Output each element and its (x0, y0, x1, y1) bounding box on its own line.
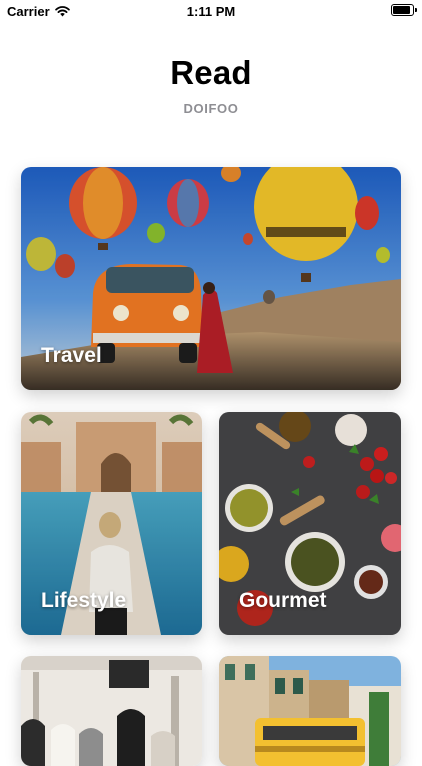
status-bar: Carrier 1:11 PM (0, 0, 422, 22)
status-right (391, 4, 417, 16)
category-card-lifestyle[interactable]: Lifestyle (21, 412, 202, 635)
category-label-lifestyle: Lifestyle (41, 589, 127, 612)
category-label-travel: Travel (41, 344, 102, 367)
page-subtitle: DOIFOO (183, 101, 239, 116)
battery-icon (391, 4, 417, 16)
category-label-gourmet: Gourmet (239, 589, 327, 612)
page-title: Read (170, 54, 252, 91)
category-card-gourmet[interactable]: Gourmet (219, 412, 401, 635)
category-card-travel[interactable]: Travel (21, 167, 401, 390)
status-time: 1:11 PM (186, 4, 236, 19)
